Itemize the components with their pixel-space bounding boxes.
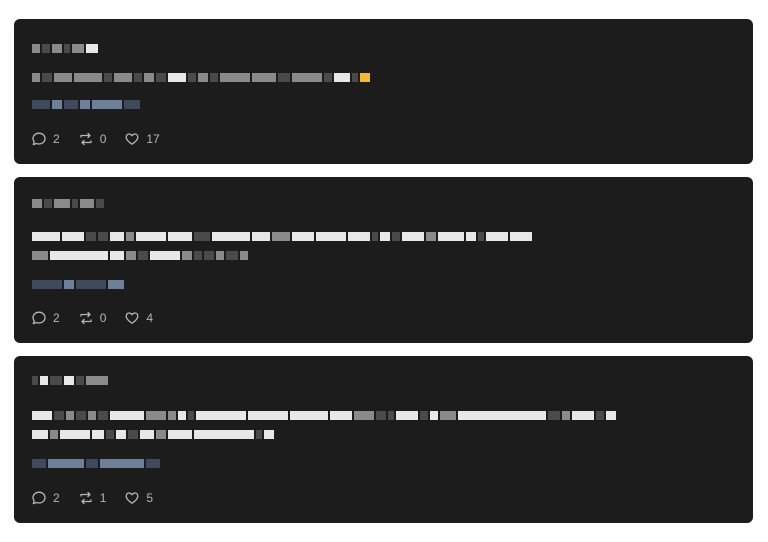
post-author-redacted[interactable] (32, 376, 110, 385)
reply-icon (32, 491, 46, 505)
post-link-redacted[interactable] (32, 100, 142, 109)
reply-button[interactable]: 2 (31, 131, 60, 147)
like-icon (125, 492, 139, 504)
post-text-redacted (32, 73, 372, 82)
repost-count: 0 (99, 311, 107, 325)
like-button[interactable]: 4 (124, 310, 153, 326)
post-actions: 2 1 5 (31, 490, 171, 506)
like-count: 4 (146, 311, 154, 325)
repost-icon (80, 132, 92, 146)
repost-button[interactable]: 0 (78, 131, 107, 147)
repost-button[interactable]: 1 (78, 490, 107, 506)
repost-icon (80, 311, 92, 325)
repost-button[interactable]: 0 (78, 310, 107, 326)
repost-count: 1 (99, 491, 107, 505)
post-card[interactable]: 2 0 4 (14, 177, 753, 343)
post-card[interactable]: 2 0 17 (14, 19, 753, 164)
reply-count: 2 (53, 311, 60, 325)
like-count: 17 (146, 132, 160, 146)
like-icon (125, 133, 139, 145)
post-text-redacted (32, 411, 618, 420)
reply-count: 2 (53, 132, 60, 146)
post-link-redacted[interactable] (32, 280, 126, 289)
post-actions: 2 0 17 (31, 131, 178, 147)
like-icon (125, 312, 139, 324)
reply-button[interactable]: 2 (31, 310, 60, 326)
post-feed: 2 0 17 2 0 4 2 1 5 (0, 0, 768, 542)
post-text-redacted (32, 430, 276, 439)
repost-count: 0 (99, 132, 107, 146)
reply-icon (32, 132, 46, 146)
like-button[interactable]: 5 (124, 490, 153, 506)
reply-icon (32, 311, 46, 325)
reply-count: 2 (53, 491, 60, 505)
post-author-redacted[interactable] (32, 44, 100, 53)
post-text-redacted (32, 251, 250, 260)
repost-icon (80, 491, 92, 505)
post-card[interactable]: 2 1 5 (14, 356, 753, 523)
post-actions: 2 0 4 (31, 310, 171, 326)
reply-button[interactable]: 2 (31, 490, 60, 506)
post-link-redacted[interactable] (32, 459, 162, 468)
like-button[interactable]: 17 (124, 131, 160, 147)
like-count: 5 (146, 491, 154, 505)
post-text-redacted (32, 232, 534, 241)
post-author-redacted[interactable] (32, 199, 106, 208)
